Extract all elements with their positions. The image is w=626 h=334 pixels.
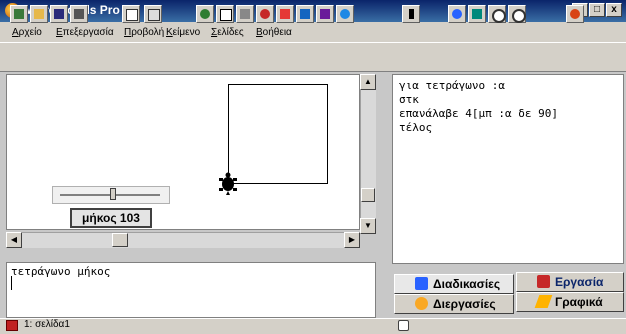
scroll-left-button[interactable]: ◀ <box>6 232 22 248</box>
stamp-icon[interactable] <box>468 5 486 23</box>
scroll-up-button[interactable]: ▲ <box>360 74 376 90</box>
status-page-text: 1: σελίδα1 <box>24 319 70 330</box>
drawn-square <box>228 84 328 184</box>
info-icon <box>398 320 409 331</box>
shapes-icon[interactable] <box>336 5 354 23</box>
page-icon <box>6 320 18 331</box>
new-page-icon[interactable] <box>10 5 28 23</box>
tab-project-label: Εργασία <box>555 275 604 289</box>
zoom-in-icon[interactable] <box>488 5 506 23</box>
processes-icon <box>415 297 428 310</box>
procedures-icon <box>415 277 428 290</box>
print-icon[interactable] <box>70 5 88 23</box>
eye-icon[interactable] <box>256 5 274 23</box>
tab-processes[interactable]: Διεργασίες <box>394 294 514 314</box>
tab-graphics[interactable]: Γραφικά <box>516 292 624 312</box>
tab-procedures[interactable]: Διαδικασίες <box>394 274 514 294</box>
tab-graphics-label: Γραφικά <box>555 295 603 309</box>
maximize-button[interactable]: □ <box>589 3 605 17</box>
horizontal-scroll-thumb[interactable] <box>112 233 128 247</box>
fullscreen-icon[interactable] <box>144 5 162 23</box>
menu-pages[interactable]: Σελίδες <box>211 27 244 38</box>
command-center[interactable]: τετράγωνο μήκος <box>6 262 376 318</box>
tab-processes-label: Διεργασίες <box>433 297 496 311</box>
turtle-sprite[interactable] <box>216 172 240 196</box>
text-cursor <box>11 276 12 290</box>
menu-help[interactable]: Βοήθεια <box>256 27 292 38</box>
music-icon[interactable] <box>276 5 294 23</box>
toolbar <box>0 42 626 72</box>
vertical-scrollbar[interactable] <box>360 74 376 234</box>
paint-icon[interactable] <box>316 5 334 23</box>
procedure-line: τέλος <box>399 121 433 134</box>
status-bar <box>0 318 626 334</box>
stop-icon[interactable] <box>566 5 584 23</box>
menu-file[interactable]: Αρχείο <box>12 27 42 38</box>
close-button[interactable]: x <box>606 3 622 17</box>
scroll-right-button[interactable]: ▶ <box>344 232 360 248</box>
scroll-down-button[interactable]: ▼ <box>360 218 376 234</box>
menu-view[interactable]: Προβολή <box>124 27 164 38</box>
slider-knob[interactable] <box>110 188 116 200</box>
pointer-icon[interactable] <box>402 5 420 23</box>
procedure-line: για τετράγωνο :α <box>399 79 505 92</box>
procedure-line: επανάλαβε 4[μπ :α δε 90] <box>399 107 558 120</box>
pencil-icon[interactable] <box>296 5 314 23</box>
zoom-out-icon[interactable] <box>508 5 526 23</box>
tab-procedures-label: Διαδικασίες <box>433 277 501 291</box>
turtle-icon[interactable] <box>196 5 214 23</box>
save-icon[interactable] <box>50 5 68 23</box>
tab-project[interactable]: Εργασία <box>516 272 624 292</box>
open-icon[interactable] <box>30 5 48 23</box>
vertical-scroll-thumb[interactable] <box>361 188 375 202</box>
menu-text[interactable]: Κείμενο <box>166 27 200 38</box>
graphics-tab-icon <box>534 295 553 308</box>
slider-label: μήκος 103 <box>70 208 152 228</box>
procedures-panel[interactable]: για τετράγωνο :α στκ επανάλαβε 4[μπ :α δ… <box>392 74 624 264</box>
eye-tool-icon[interactable] <box>448 5 466 23</box>
menu-edit[interactable]: Επεξεργασία <box>56 27 114 38</box>
horizontal-scrollbar[interactable] <box>6 232 360 248</box>
text-box-icon[interactable] <box>216 5 234 23</box>
graphics-icon[interactable] <box>236 5 254 23</box>
project-icon <box>537 275 550 288</box>
procedure-line: στκ <box>399 93 419 106</box>
page-view-icon[interactable] <box>122 5 140 23</box>
